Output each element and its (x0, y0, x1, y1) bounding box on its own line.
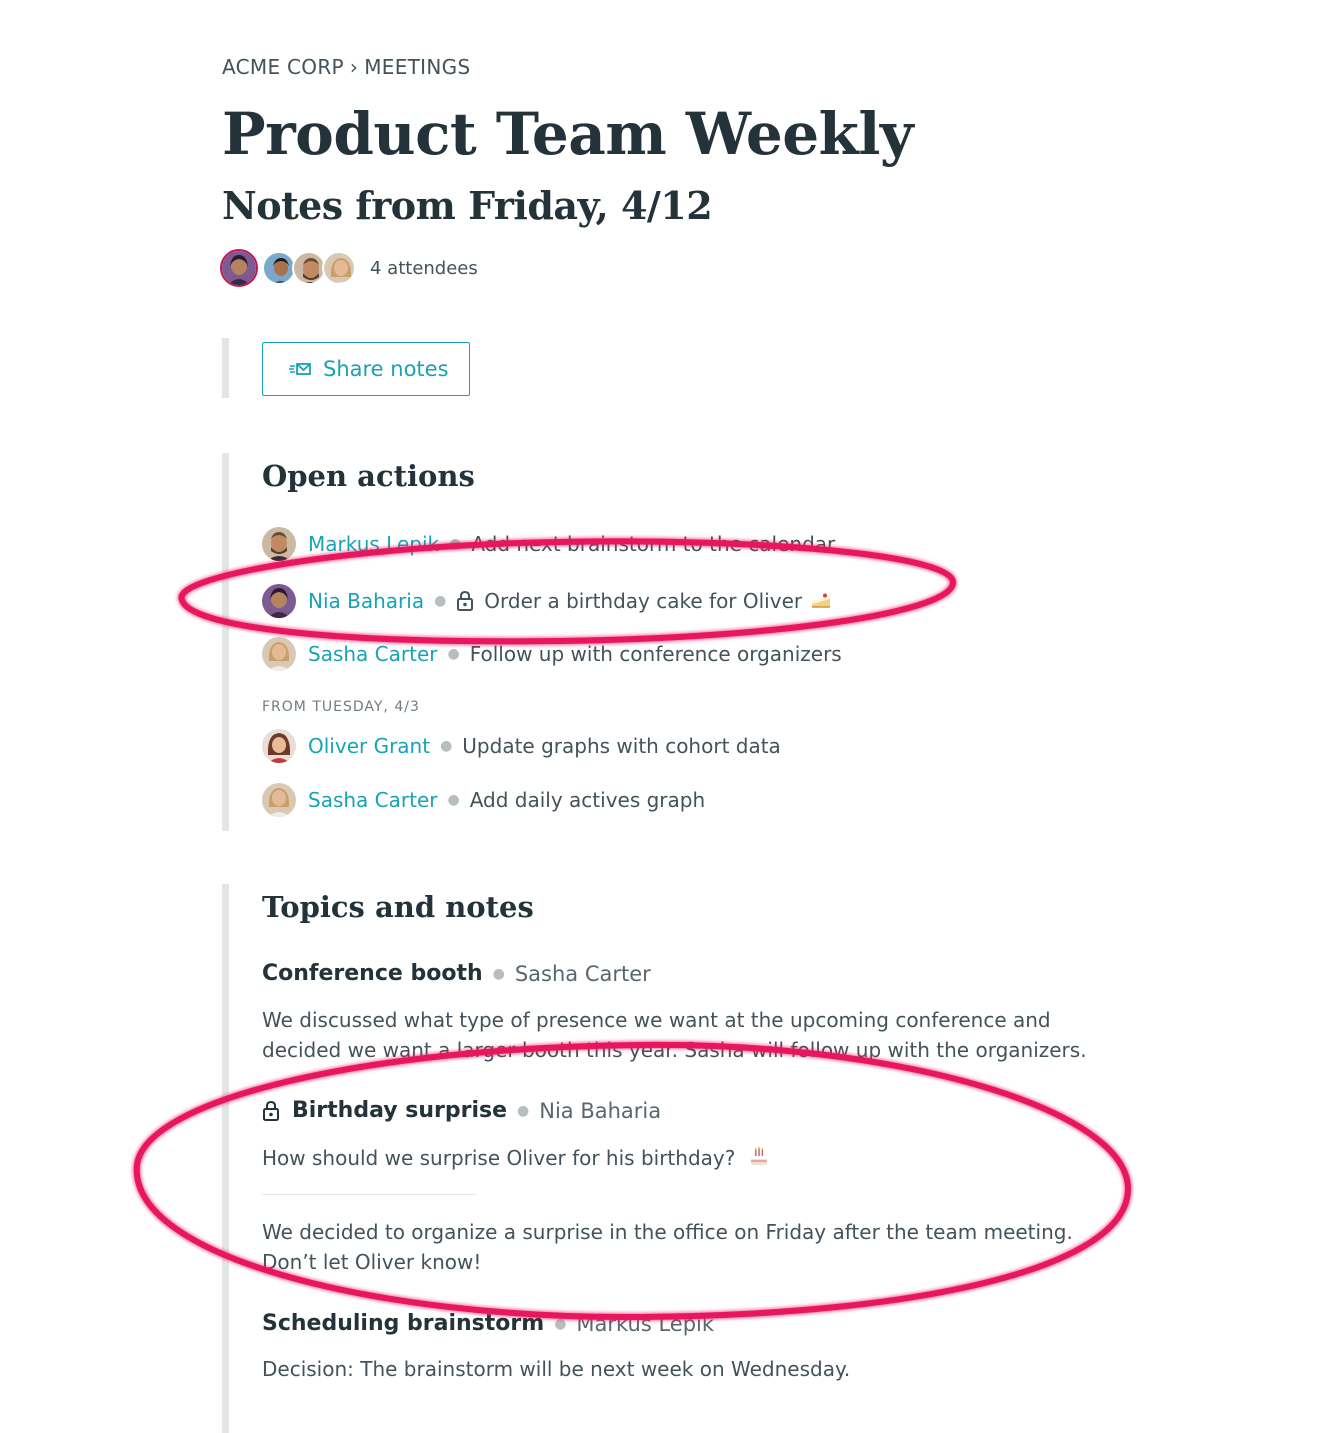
separator-dot: ● (492, 965, 505, 982)
action-item[interactable]: Nia Baharia ● Order a birthday cake for … (262, 583, 832, 619)
avatar-sasha-carter (262, 783, 296, 817)
page-subtitle: Notes from Friday, 4/12 (222, 183, 713, 228)
topic-heading[interactable]: Conference booth ● Sasha Carter (262, 961, 651, 986)
separator-dot: ● (440, 738, 453, 754)
topic-heading[interactable]: Scheduling brainstorm ● Markus Lepik (262, 1311, 714, 1336)
action-text: Order a birthday cake for Oliver (484, 589, 803, 613)
action-assignee[interactable]: Markus Lepik (308, 532, 439, 556)
open-actions-title: Open actions (262, 459, 475, 493)
separator-dot: ● (449, 536, 462, 552)
cake-slice-emoji (812, 593, 831, 608)
topic-title[interactable]: Birthday surprise (292, 1098, 507, 1123)
lock-icon (263, 1100, 279, 1121)
send-mail-icon (289, 363, 311, 375)
topic-heading[interactable]: Birthday surprise ● Nia Baharia (262, 1098, 661, 1123)
page-title: Product Team Weekly (222, 100, 914, 168)
share-notes-button[interactable]: Share notes (262, 342, 470, 396)
avatar-sasha-carter[interactable] (322, 251, 356, 285)
topics-section: Topics and notes Conference booth ● Sash… (222, 884, 1122, 1433)
action-text: Add daily actives graph (469, 788, 706, 812)
topic-owner: Markus Lepik (576, 1311, 715, 1336)
attendee-list[interactable]: 4 attendees (220, 248, 478, 288)
avatar-nia-baharia (262, 584, 296, 618)
avatar-sasha-carter (262, 637, 296, 671)
action-assignee[interactable]: Sasha Carter (308, 642, 437, 666)
avatar-nia-baharia[interactable] (220, 249, 258, 287)
topic-notes[interactable]: We decided to organize a surprise in the… (262, 1217, 1122, 1277)
breadcrumb-section[interactable]: MEETINGS (364, 55, 470, 79)
separator-dot: ● (554, 1315, 567, 1332)
action-assignee[interactable]: Sasha Carter (308, 788, 437, 812)
action-item[interactable]: Sasha Carter ● Add daily actives graph (262, 782, 705, 818)
previous-meeting-label: FROM TUESDAY, 4/3 (262, 699, 420, 715)
breadcrumb-separator: › (349, 55, 359, 79)
action-text: Add next brainstorm to the calendar (471, 532, 836, 556)
separator-dot: ● (517, 1102, 530, 1119)
action-item[interactable]: Sasha Carter ● Follow up with conference… (262, 636, 842, 672)
separator-dot: ● (434, 593, 447, 609)
attendee-count: 4 attendees (370, 257, 478, 279)
topic-question-text: How should we surprise Oliver for his bi… (262, 1146, 736, 1170)
topic-owner: Nia Baharia (539, 1098, 662, 1123)
action-item[interactable]: Oliver Grant ● Update graphs with cohort… (262, 728, 781, 764)
birthday-cake-emoji (750, 1147, 767, 1165)
action-text: Follow up with conference organizers (469, 642, 842, 666)
topic-owner: Sasha Carter (514, 961, 651, 986)
share-section: Share notes (222, 338, 522, 398)
topic-title[interactable]: Conference booth (262, 961, 483, 986)
open-actions-section: Open actions Markus Lepik ● Add next bra… (222, 453, 1122, 831)
action-assignee[interactable]: Oliver Grant (308, 734, 430, 758)
action-assignee[interactable]: Nia Baharia (308, 589, 424, 613)
share-notes-label: Share notes (323, 357, 449, 381)
separator-dot: ● (447, 646, 460, 662)
avatar-markus-lepik (262, 527, 296, 561)
topic-title[interactable]: Scheduling brainstorm (262, 1311, 544, 1336)
topics-title: Topics and notes (262, 890, 534, 924)
avatar-attendee-2[interactable] (262, 251, 296, 285)
topic-notes[interactable]: Decision: The brainstorm will be next we… (262, 1354, 1122, 1384)
avatar-markus-lepik[interactable] (292, 251, 326, 285)
action-text: Update graphs with cohort data (462, 734, 781, 758)
topic-notes[interactable]: We discussed what type of presence we wa… (262, 1005, 1122, 1065)
separator-dot: ● (447, 792, 460, 808)
topic-divider (262, 1194, 476, 1195)
topic-question[interactable]: How should we surprise Oliver for his bi… (262, 1143, 1122, 1173)
breadcrumb: ACME CORP › MEETINGS (222, 55, 470, 79)
breadcrumb-org[interactable]: ACME CORP (222, 55, 344, 79)
avatar-oliver-grant (262, 729, 296, 763)
action-item[interactable]: Markus Lepik ● Add next brainstorm to th… (262, 526, 835, 562)
lock-icon (457, 590, 474, 611)
